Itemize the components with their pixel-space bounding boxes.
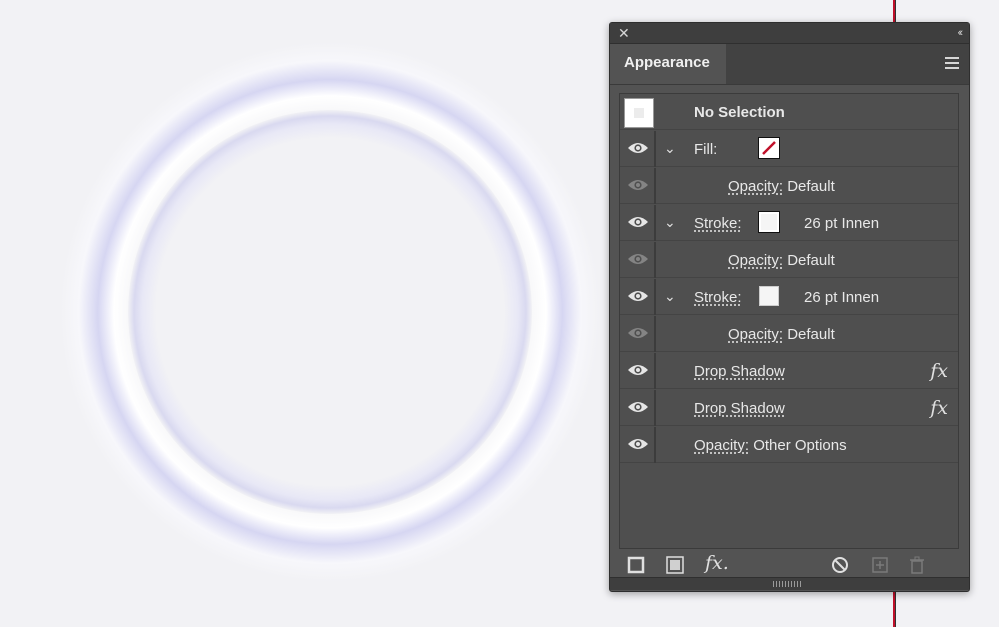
opacity-value: Other Options — [753, 437, 847, 454]
object-opacity-row[interactable]: Opacity: Other Options — [620, 427, 958, 463]
eye-icon[interactable] — [627, 437, 649, 451]
appearance-panel: ✕ ‹‹ Appearance No Selection ⌄ Fill: Opa… — [609, 22, 970, 592]
eye-icon — [628, 180, 648, 190]
opacity-link[interactable]: Opacity: — [728, 326, 783, 343]
add-item-icon — [872, 557, 888, 573]
artboard-guide-bottom — [893, 589, 896, 627]
fx-menu-icon[interactable]: fx. — [705, 552, 729, 574]
stroke-link[interactable]: Stroke: — [694, 289, 742, 306]
panel-titlebar[interactable]: ✕ ‹‹ — [610, 23, 969, 44]
fill-label: Fill: — [694, 141, 718, 158]
eye-icon[interactable] — [627, 400, 649, 414]
stroke-weight-value: 26 pt Innen — [804, 289, 880, 306]
drop-shadow-row-1[interactable]: Drop Shadow fx — [620, 353, 958, 389]
drop-shadow-link[interactable]: Drop Shadow — [694, 400, 785, 417]
stroke-row-2[interactable]: ⌄ Stroke: 26 pt Innen — [620, 279, 958, 315]
stroke-swatch[interactable] — [758, 211, 780, 233]
tab-appearance[interactable]: Appearance — [610, 44, 726, 84]
stroke-opacity-row-2[interactable]: Opacity: Default — [620, 316, 958, 352]
hamburger-menu-icon[interactable] — [945, 57, 959, 69]
chevron-down-icon[interactable]: ⌄ — [664, 140, 676, 157]
eye-icon[interactable] — [627, 215, 649, 229]
no-selection-row: No Selection — [620, 94, 958, 130]
opacity-value: Default — [787, 178, 835, 195]
opacity-value: Default — [787, 326, 835, 343]
opacity-link[interactable]: Opacity: — [728, 178, 783, 195]
stroke-link[interactable]: Stroke: — [694, 215, 742, 232]
fx-icon: fx — [930, 397, 948, 419]
appearance-list: No Selection ⌄ Fill: Opacity: Default ⌄ … — [619, 93, 959, 549]
stroke-swatch[interactable] — [759, 286, 779, 306]
stroke-opacity-row-1[interactable]: Opacity: Default — [620, 242, 958, 278]
resize-grip[interactable] — [610, 577, 969, 590]
trash-icon — [910, 556, 924, 574]
selection-label: No Selection — [694, 104, 785, 121]
filled-square-icon[interactable] — [666, 556, 684, 574]
artboard-guide-top — [893, 0, 896, 22]
double-chevron-left-icon[interactable]: ‹‹ — [958, 26, 964, 40]
selection-thumbnail — [624, 98, 654, 128]
close-icon[interactable]: ✕ — [618, 26, 630, 40]
eye-icon[interactable] — [627, 141, 649, 155]
fx-icon: fx — [930, 360, 948, 382]
fill-swatch-none[interactable] — [758, 137, 780, 159]
chevron-down-icon[interactable]: ⌄ — [664, 214, 676, 231]
chevron-down-icon[interactable]: ⌄ — [664, 288, 676, 305]
no-symbol-icon[interactable] — [831, 556, 849, 574]
opacity-link[interactable]: Opacity: — [694, 437, 749, 454]
fill-row[interactable]: ⌄ Fill: — [620, 131, 958, 167]
stroke-row-1[interactable]: ⌄ Stroke: 26 pt Innen — [620, 205, 958, 241]
square-outline-icon[interactable] — [627, 556, 645, 574]
drop-shadow-row-2[interactable]: Drop Shadow fx — [620, 390, 958, 426]
stroke-weight-value: 26 pt Innen — [804, 215, 880, 232]
eye-icon[interactable] — [627, 363, 649, 377]
eye-icon — [628, 328, 648, 338]
opacity-value: Default — [787, 252, 835, 269]
opacity-link[interactable]: Opacity: — [728, 252, 783, 269]
drop-shadow-link[interactable]: Drop Shadow — [694, 363, 785, 380]
panel-tabbar: Appearance — [610, 44, 969, 85]
panel-footer: fx. — [610, 550, 969, 580]
eye-icon — [628, 254, 648, 264]
fill-opacity-row[interactable]: Opacity: Default — [620, 168, 958, 204]
eye-icon[interactable] — [627, 289, 649, 303]
